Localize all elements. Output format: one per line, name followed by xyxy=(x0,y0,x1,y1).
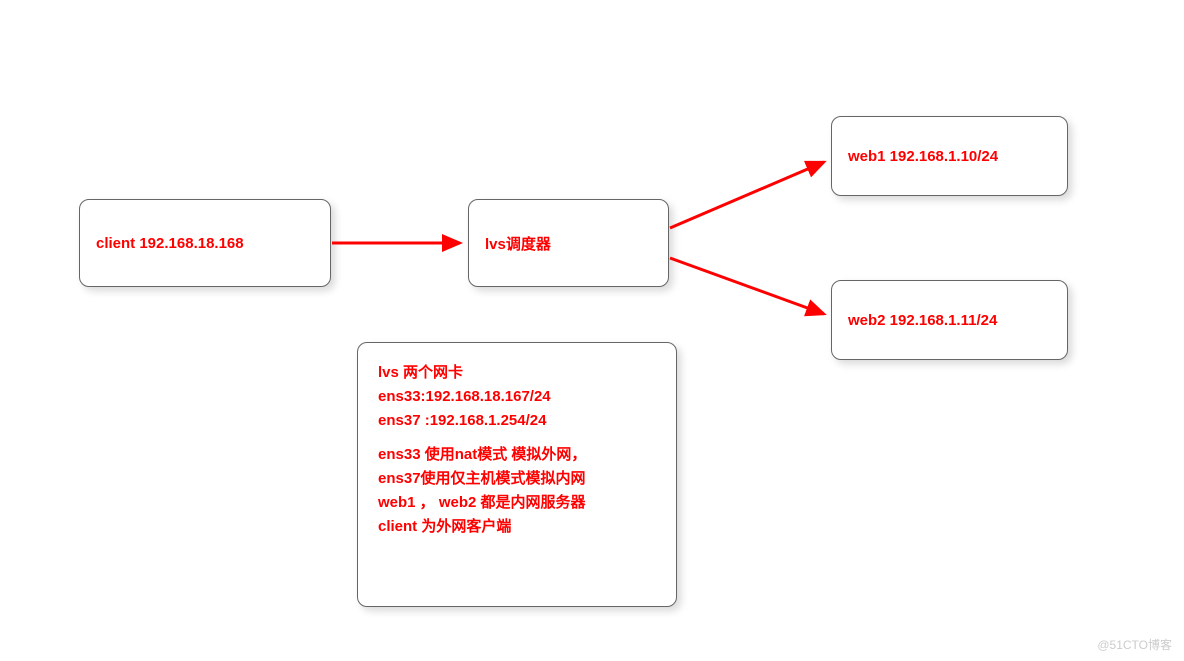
lvs-info-box: lvs 两个网卡 ens33:192.168.18.167/24 ens37 :… xyxy=(357,342,677,607)
info-line1: lvs 两个网卡 xyxy=(378,361,656,385)
arrow-lvs-to-web1 xyxy=(670,162,824,228)
info-line5: ens37使用仅主机模式模拟内网 xyxy=(378,467,656,491)
info-line4: ens33 使用nat模式 模拟外网， xyxy=(378,443,656,467)
lvs-label: lvs调度器 xyxy=(485,233,551,254)
watermark: @51CTO博客 xyxy=(1097,636,1172,653)
info-line3: ens37 :192.168.1.254/24 xyxy=(378,409,656,433)
client-label: client 192.168.18.168 xyxy=(96,235,244,252)
info-line7: client 为外网客户端 xyxy=(378,515,656,539)
web2-label: web2 192.168.1.11/24 xyxy=(848,312,997,329)
lvs-node: lvs调度器 xyxy=(468,199,669,287)
info-line2: ens33:192.168.18.167/24 xyxy=(378,385,656,409)
web1-node: web1 192.168.1.10/24 xyxy=(831,116,1068,196)
info-line6: web1 ， web2 都是内网服务器 xyxy=(378,491,656,515)
web1-label: web1 192.168.1.10/24 xyxy=(848,148,998,165)
web2-node: web2 192.168.1.11/24 xyxy=(831,280,1068,360)
arrow-lvs-to-web2 xyxy=(670,258,824,314)
client-node: client 192.168.18.168 xyxy=(79,199,331,287)
